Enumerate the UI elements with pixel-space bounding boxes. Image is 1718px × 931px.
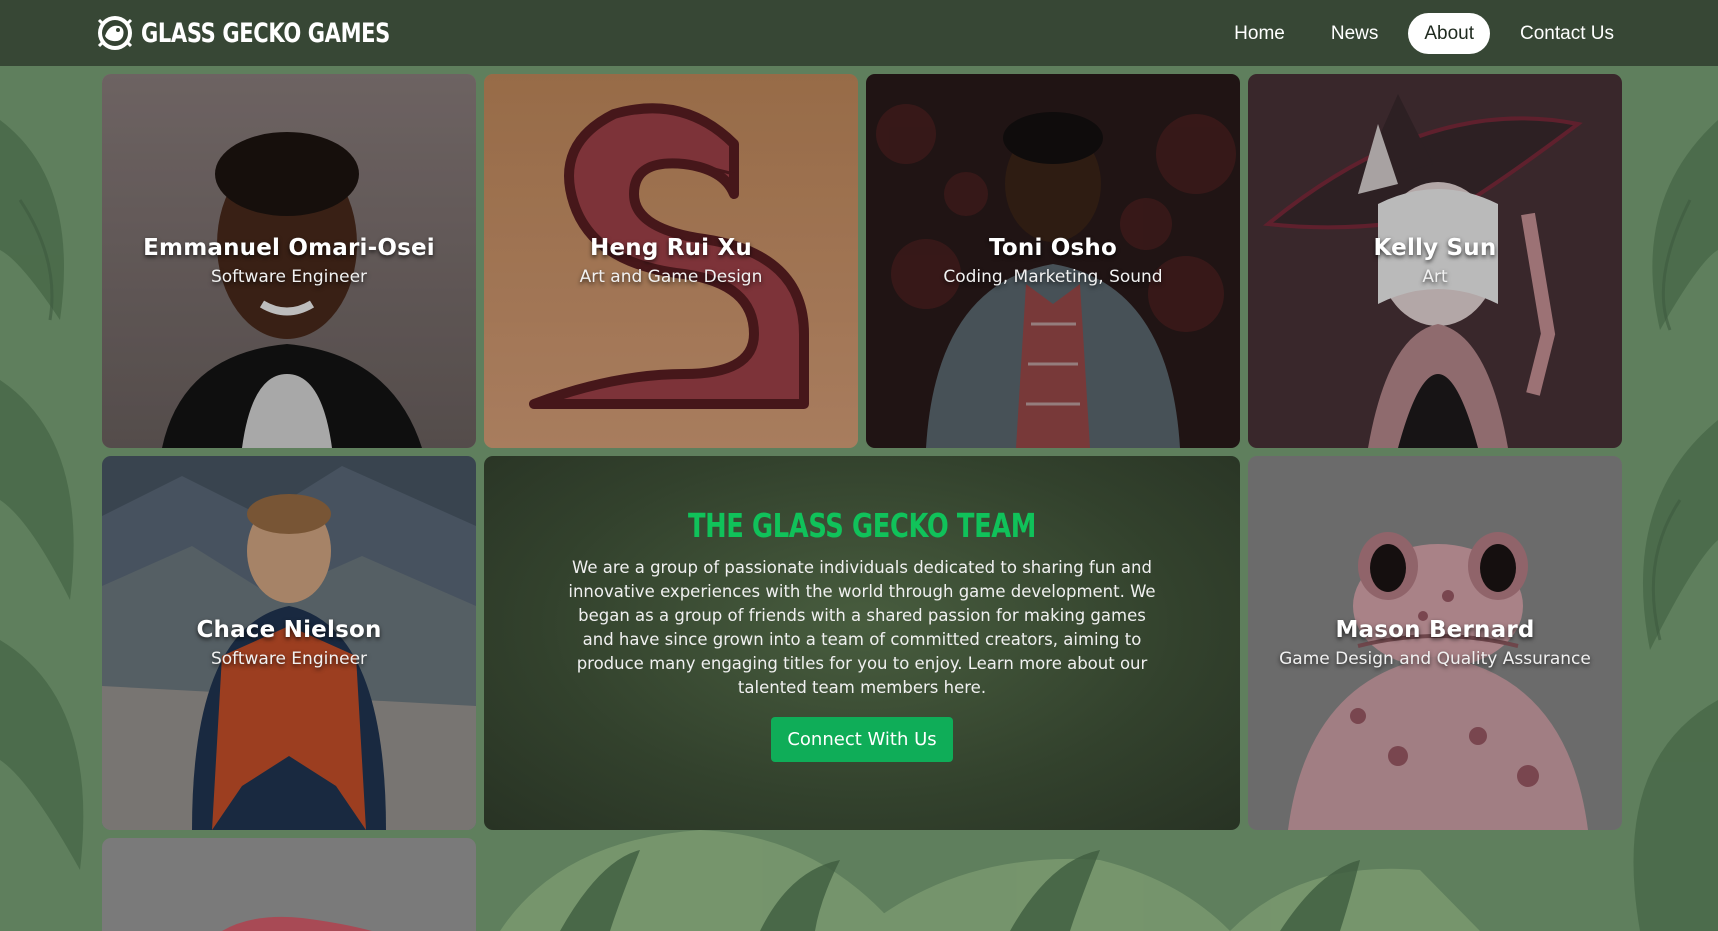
member-name: Heng Rui Xu xyxy=(590,235,752,261)
member-name: Emmanuel Omari-Osei xyxy=(143,235,435,261)
member-name: Mason Bernard xyxy=(1335,617,1535,643)
team-card-emmanuel[interactable]: Emmanuel Omari-Osei Software Engineer xyxy=(102,74,476,448)
member-name: Chace Nielson xyxy=(196,617,382,643)
brand-name: GLASS GECKO GAMES xyxy=(141,17,390,49)
team-card-kelly[interactable]: Kelly Sun Art xyxy=(1248,74,1622,448)
member-role: Software Engineer xyxy=(210,267,368,287)
member-role: Art and Game Design xyxy=(579,267,763,287)
nav-contact-us[interactable]: Contact Us xyxy=(1504,13,1630,54)
nav-home[interactable]: Home xyxy=(1218,13,1301,54)
team-description: We are a group of passionate individuals… xyxy=(568,558,1156,697)
member-name: Toni Osho xyxy=(989,235,1117,261)
member-name: Kelly Sun xyxy=(1373,235,1497,261)
top-navbar: GLASS GECKO GAMES Home News About Contac… xyxy=(0,0,1718,66)
card-info: Kelly Sun Art xyxy=(1248,235,1622,287)
team-card-mason[interactable]: Mason Bernard Game Design and Quality As… xyxy=(1248,456,1622,830)
member-role: Art xyxy=(1422,267,1448,287)
gecko-logo-icon xyxy=(97,16,133,50)
card-info: Mason Bernard Game Design and Quality As… xyxy=(1248,617,1622,669)
team-title: THE GLASS GECKO TEAM xyxy=(687,506,1037,545)
team-card-chace[interactable]: Chace Nielson Software Engineer xyxy=(102,456,476,830)
card-info: Emmanuel Omari-Osei Software Engineer xyxy=(102,235,476,287)
connect-with-us-button[interactable]: Connect With Us xyxy=(771,717,953,762)
member-role: Software Engineer xyxy=(210,649,368,669)
nav-news[interactable]: News xyxy=(1315,13,1395,54)
nav-links: Home News About Contact Us xyxy=(1218,13,1630,54)
team-card-heng[interactable]: Heng Rui Xu Art and Game Design xyxy=(484,74,858,448)
brand-logo[interactable]: GLASS GECKO GAMES xyxy=(95,14,460,52)
team-about-panel: THE GLASS GECKO TEAM We are a group of p… xyxy=(484,456,1240,830)
nav-about[interactable]: About xyxy=(1408,13,1491,54)
frog-illustration xyxy=(102,838,476,931)
card-info: Heng Rui Xu Art and Game Design xyxy=(484,235,858,287)
team-card-partial[interactable] xyxy=(102,838,476,931)
team-card-toni[interactable]: Toni Osho Coding, Marketing, Sound xyxy=(866,74,1240,448)
card-info: Toni Osho Coding, Marketing, Sound xyxy=(866,235,1240,287)
member-role: Game Design and Quality Assurance xyxy=(1279,649,1591,669)
card-info: Chace Nielson Software Engineer xyxy=(102,617,476,669)
member-role: Coding, Marketing, Sound xyxy=(943,267,1163,287)
